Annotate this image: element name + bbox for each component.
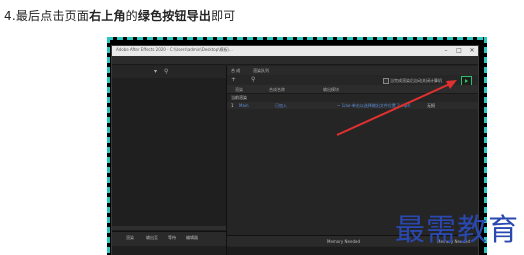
search-icon[interactable]: ⚲ xyxy=(164,68,168,75)
panel-tabs: 合 成 渲染队列 xyxy=(227,66,478,75)
window-title: Adobe After Effects 2020 - C:\Users\admi… xyxy=(116,47,233,52)
item-index: 1 xyxy=(231,103,234,108)
footer-memory: Memory Needed xyxy=(327,239,360,244)
tab-composition[interactable]: 合 成 xyxy=(231,68,240,74)
header-comp-name[interactable]: 合成名称 xyxy=(269,87,285,93)
watermark: 最需教育 xyxy=(395,213,519,248)
queue-item-row[interactable]: 1 Main 已加入 ~ 1/ae-单击以选择输出文件位置 2.mp4 无损 xyxy=(227,102,478,109)
footer-label: 编辑器 xyxy=(186,235,198,240)
tab-render-queue[interactable]: 渲染队列 xyxy=(253,68,269,74)
filter-icon[interactable]: ▾ xyxy=(154,68,157,75)
header-render[interactable]: 渲染 xyxy=(235,87,243,93)
search-icon[interactable]: ⚲ xyxy=(251,76,255,83)
auto-shutdown-checkbox[interactable] xyxy=(383,78,389,84)
item-status: 已加入 xyxy=(275,103,287,108)
auto-shutdown-label: 当完成渲染后自动关闭计算机 xyxy=(390,78,442,83)
title-bar: Adobe After Effects 2020 - C:\Users\admi… xyxy=(112,46,478,56)
menu-bar xyxy=(112,56,478,65)
dashed-border-top xyxy=(107,37,487,40)
item-output-to[interactable]: ~ 1/ae-单击以选择输出文件位置 2.mp4 xyxy=(337,103,410,109)
render-queue-toolbar: + ⚲ 当完成渲染后自动关闭计算机 xyxy=(227,75,478,86)
item-comp: Main xyxy=(239,103,249,108)
minimize-icon[interactable]: – xyxy=(440,46,452,56)
header-output-module[interactable]: 输出模块 xyxy=(323,87,339,93)
footer-label: 渲染 xyxy=(126,235,134,240)
horizontal-scrollbar[interactable] xyxy=(112,226,226,230)
add-icon[interactable]: + xyxy=(231,76,236,83)
footer-label: 等待 xyxy=(168,235,176,240)
footer-label: 输出至 xyxy=(146,235,158,240)
group-label: 当前渲染 xyxy=(231,95,247,100)
project-panel: ▾ ⚲ 渲染 输出至 等待 编辑器 xyxy=(112,66,227,255)
instruction-text: 4.最后点击页面右上角的绿色按钮导出即可 xyxy=(4,9,236,23)
project-footer: 渲染 输出至 等待 编辑器 xyxy=(112,231,226,246)
dashed-border-left xyxy=(107,37,110,255)
queue-header: 渲染 合成名称 输出模块 xyxy=(227,85,478,94)
close-icon[interactable]: ✕ xyxy=(466,46,478,56)
item-output-module[interactable]: 无损 xyxy=(427,103,435,109)
maximize-icon[interactable]: □ xyxy=(453,46,465,56)
queue-group-row[interactable]: 当前渲染 xyxy=(227,94,478,101)
project-toolbar: ▾ ⚲ xyxy=(112,66,226,78)
